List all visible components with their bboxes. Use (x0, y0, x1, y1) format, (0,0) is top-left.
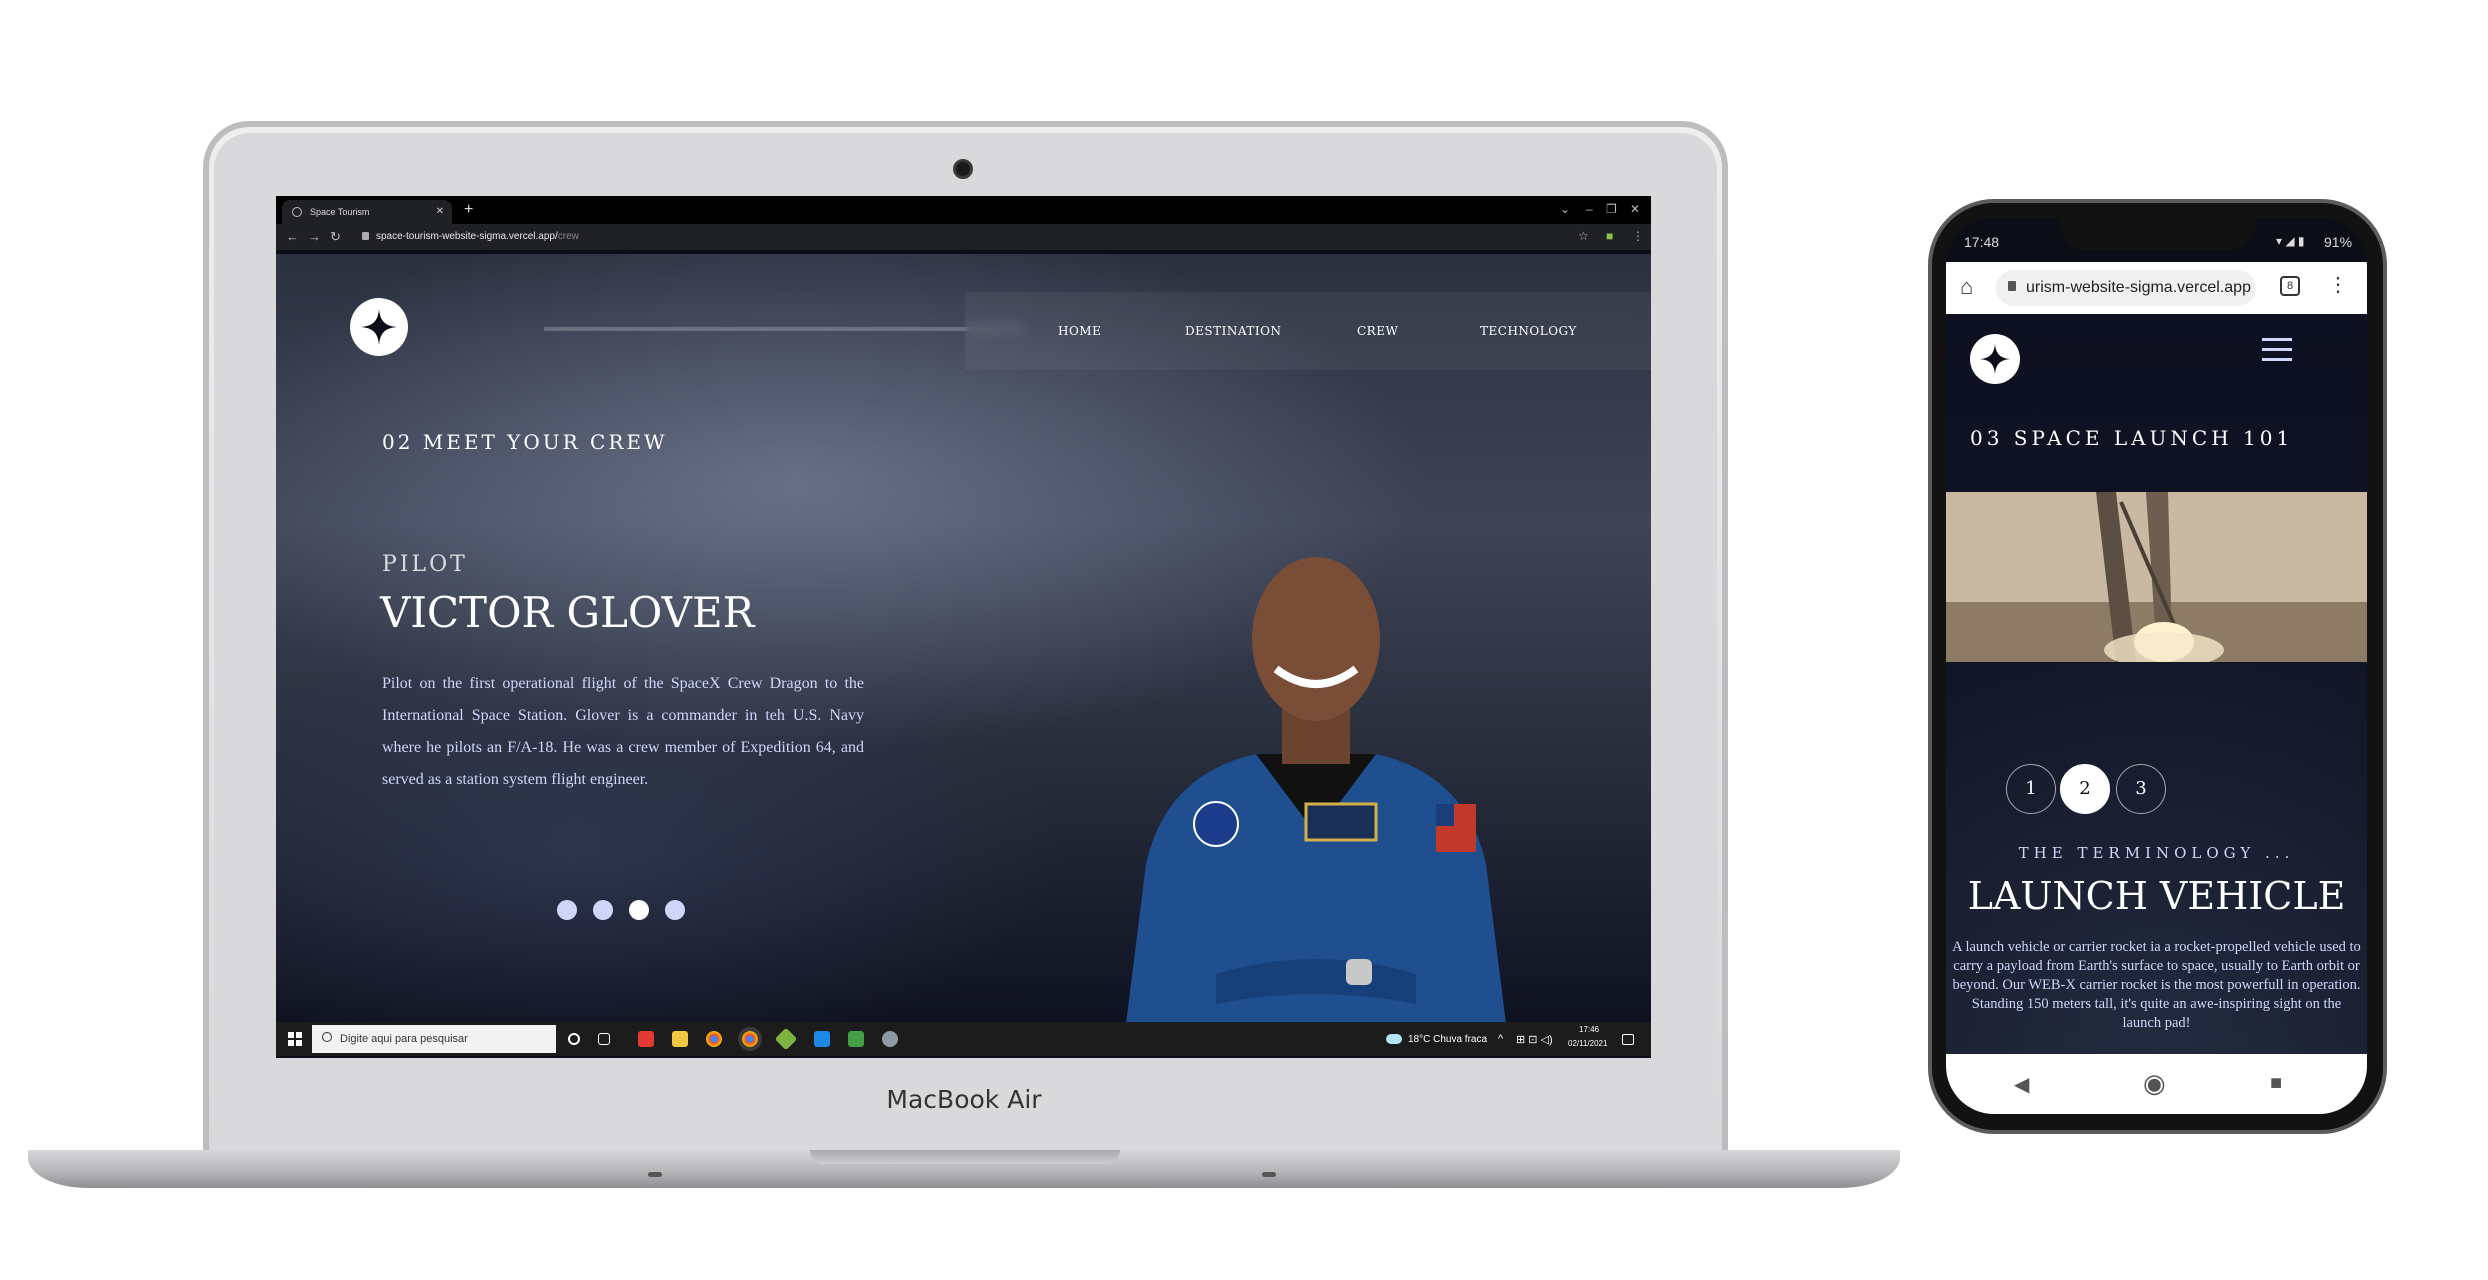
app-icon[interactable] (882, 1031, 898, 1047)
nav-destination[interactable]: DESTINATION (1185, 324, 1281, 338)
slider-dot-3[interactable] (629, 900, 649, 920)
chrome-icon[interactable] (706, 1031, 722, 1047)
windows-taskbar: Digite aqui para pesquisar 18°C Chuva fr… (276, 1022, 1651, 1056)
page-heading: 03 SPACE LAUNCH 101 (1970, 426, 2294, 450)
browser-address-bar: ← → ↻ space-tourism-website-sigma.vercel… (276, 224, 1651, 250)
step-2-button[interactable]: 2 (2060, 764, 2110, 814)
step-1-button[interactable]: 1 (2006, 764, 2056, 814)
site-logo[interactable] (350, 298, 408, 356)
close-window-icon[interactable]: ✕ (1630, 202, 1640, 216)
url-field[interactable]: space-tourism-website-sigma.vercel.app/c… (376, 231, 579, 242)
phone-url-text: urism-website-sigma.vercel.app (2026, 279, 2251, 296)
search-icon (322, 1032, 332, 1042)
windows-start-icon[interactable] (288, 1032, 302, 1046)
back-icon[interactable]: ← (286, 229, 299, 244)
sourcetree-icon[interactable] (774, 1027, 798, 1051)
site-logo[interactable] (1970, 334, 2020, 384)
android-recents-icon[interactable]: ■ (2270, 1072, 2282, 1095)
android-home-icon[interactable]: ◉ (2143, 1068, 2166, 1099)
main-nav: HOME DESTINATION CREW TECHNOLOGY (965, 292, 1651, 370)
tab-title: Space Tourism (310, 207, 370, 217)
rocket-launch-picture (1946, 492, 2367, 662)
star-logo-icon (361, 309, 397, 345)
maximize-icon[interactable]: ❐ (1606, 202, 1617, 216)
laptop-foot (648, 1172, 662, 1177)
phone-browser-menu-icon[interactable]: ⋮ (2328, 272, 2348, 297)
browser-tab[interactable]: Space Tourism ✕ (282, 200, 452, 224)
slider-dot-1[interactable] (557, 900, 577, 920)
nav-crew[interactable]: CREW (1357, 324, 1398, 338)
laptop-screen: Space Tourism ✕ + ⌄ – ❐ ✕ ← → ↻ space-to… (276, 196, 1651, 1058)
crew-member-image (1126, 557, 1506, 1024)
taskbar-search-field[interactable]: Digite aqui para pesquisar (312, 1025, 556, 1053)
tab-count-button[interactable]: 8 (2280, 276, 2300, 296)
forward-icon[interactable]: → (308, 229, 321, 244)
notification-icon[interactable] (1622, 1034, 1634, 1045)
browser-tab-strip: Space Tourism ✕ + ⌄ – ❐ ✕ (276, 196, 1651, 224)
home-icon[interactable]: ⌂ (1960, 274, 1973, 300)
phone-screen: 17:48 ▾ ◢ ▮ 91% ⌂ urism-website-sigma.ve… (1946, 218, 2367, 1114)
launch-vehicle-image (1946, 492, 2367, 662)
crew-role: PILOT (382, 552, 468, 577)
taskbar-date[interactable]: 02/11/2021 (1568, 1039, 1607, 1048)
phone-battery: 91% (2324, 234, 2353, 250)
star-logo-icon (1979, 343, 2011, 375)
close-tab-icon[interactable]: ✕ (436, 206, 444, 217)
slider-dot-2[interactable] (593, 900, 613, 920)
cloud-weather-icon (1386, 1034, 1402, 1044)
task-view-icon[interactable] (598, 1033, 610, 1045)
phone-url-field[interactable]: urism-website-sigma.vercel.app (1996, 270, 2256, 306)
extension-icon[interactable]: ■ (1606, 229, 1613, 243)
lock-icon (2008, 281, 2016, 291)
weather-text[interactable]: 18°C Chuva fraca (1408, 1034, 1487, 1045)
crew-page: HOME DESTINATION CREW TECHNOLOGY 02 MEET… (276, 254, 1651, 1024)
url-path: crew (557, 231, 579, 242)
phone-notch (2060, 214, 2256, 250)
vscode-icon[interactable] (814, 1031, 830, 1047)
android-back-icon[interactable]: ◀ (2014, 1072, 2029, 1097)
hamburger-menu-icon[interactable] (2262, 338, 2292, 368)
android-nav-bar: ◀ ◉ ■ (1946, 1054, 2367, 1114)
minimize-icon[interactable]: – (1586, 202, 1593, 216)
page-heading: 02 MEET YOUR CREW (382, 430, 668, 454)
tab-search-icon[interactable]: ⌄ (1560, 202, 1570, 216)
url-host: space-tourism-website-sigma.vercel.app/ (376, 231, 558, 242)
signal-icons: ▾ ◢ ▮ (2276, 234, 2305, 248)
spreadsheet-icon[interactable] (848, 1031, 864, 1047)
tray-icons[interactable]: ⊞ ⊡ ◁) (1516, 1033, 1553, 1046)
nav-home[interactable]: HOME (1058, 324, 1101, 338)
lock-icon (362, 232, 369, 240)
technology-page: 03 SPACE LAUNCH 101 1 2 3 THE TERMINOLOG… (1946, 314, 2367, 1054)
globe-icon (292, 207, 302, 217)
taskbar-time[interactable]: 17:46 (1579, 1025, 1599, 1034)
camera-icon (953, 159, 973, 179)
phone-status-time: 17:48 (1964, 234, 2000, 250)
taskbar-search-placeholder: Digite aqui para pesquisar (340, 1033, 468, 1045)
tech-subheading: THE TERMINOLOGY ... (2018, 844, 2295, 862)
file-explorer-icon[interactable] (672, 1031, 688, 1047)
slider-dot-4[interactable] (665, 900, 685, 920)
reload-icon[interactable]: ↻ (330, 229, 341, 245)
tech-description: A launch vehicle or carrier rocket ia a … (1952, 939, 2361, 1031)
laptop-foot (1262, 1172, 1276, 1177)
phone-browser-bar: ⌂ urism-website-sigma.vercel.app 8 ⋮ (1946, 262, 2367, 314)
cortana-icon[interactable] (568, 1033, 580, 1045)
laptop-hinge-notch (810, 1150, 1120, 1164)
browser-menu-icon[interactable]: ⋮ (1632, 229, 1644, 243)
tech-title: LAUNCH VEHICLE (1967, 874, 2346, 918)
nav-divider-line (544, 327, 1022, 331)
new-tab-icon[interactable]: + (464, 201, 473, 219)
chrome-active-icon[interactable] (738, 1027, 762, 1051)
step-3-button[interactable]: 3 (2116, 764, 2166, 814)
laptop-brand-label: MacBook Air (886, 1085, 1042, 1114)
bookmark-star-icon[interactable]: ☆ (1578, 229, 1589, 243)
office-app-icon[interactable] (638, 1031, 654, 1047)
crew-name: VICTOR GLOVER (380, 588, 755, 637)
tray-chevron-icon[interactable]: ^ (1498, 1033, 1503, 1045)
crew-bio: Pilot on the first operational flight of… (382, 675, 864, 788)
nav-technology[interactable]: TECHNOLOGY (1480, 324, 1577, 338)
